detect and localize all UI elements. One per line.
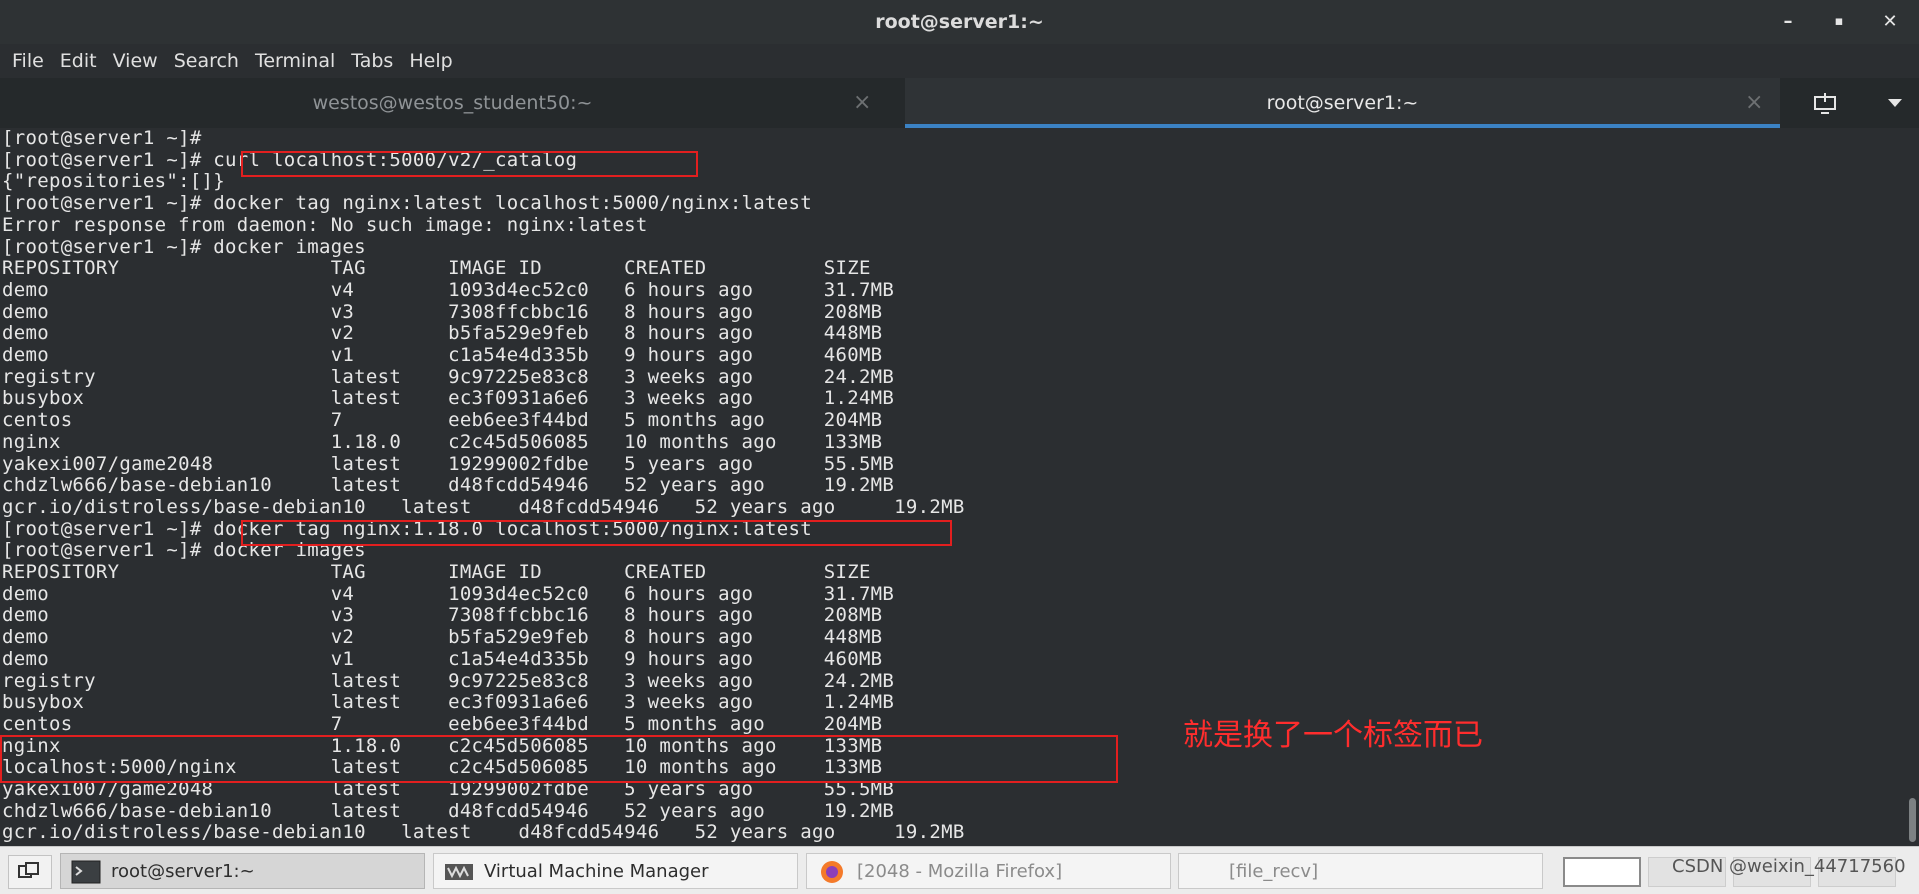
terminal-line: demo v2 b5fa529e9feb 8 hours ago 448MB	[2, 322, 883, 345]
tab-label: root@server1:~	[1266, 92, 1419, 114]
terminal-line: chdzlw666/base-debian10 latest d48fcdd54…	[2, 799, 895, 822]
close-icon[interactable]: ×	[1745, 78, 1763, 128]
highlight-box-nginx	[0, 735, 1118, 783]
terminal-line: centos 7 eeb6ee3f44bd 5 months ago 204MB	[2, 712, 883, 735]
terminal-line: chdzlw666/base-debian10 latest d48fcdd54…	[2, 474, 895, 497]
minimize-button[interactable]: –	[1771, 8, 1805, 36]
terminal-line: demo v3 7308ffcbbc16 8 hours ago 208MB	[2, 604, 883, 627]
terminal-line: demo v3 7308ffcbbc16 8 hours ago 208MB	[2, 300, 883, 323]
taskbar-item-terminal[interactable]: root@server1:~	[60, 853, 425, 889]
close-button[interactable]: ✕	[1873, 8, 1907, 36]
terminal-line: {"repositories":[]}	[2, 170, 226, 193]
scrollbar-thumb[interactable]	[1909, 798, 1916, 842]
taskbar-item-label: Virtual Machine Manager	[484, 861, 709, 882]
title-bar: root@server1:~ – ▪ ✕	[0, 0, 1919, 44]
virt-manager-icon	[445, 864, 473, 880]
workspace-1[interactable]	[1563, 857, 1641, 887]
terminal-line: nginx 1.18.0 c2c45d506085 10 months ago …	[2, 430, 883, 453]
maximize-button[interactable]: ▪	[1822, 8, 1856, 36]
highlight-box-tag	[241, 520, 952, 546]
terminal-line: busybox latest ec3f0931a6e6 3 weeks ago …	[2, 691, 895, 714]
annotation-text: 就是换了一个标签而已	[1183, 718, 1483, 753]
tab-bar: westos@westos_student50:~ × root@server1…	[0, 78, 1919, 128]
terminal-line: registry latest 9c97225e83c8 3 weeks ago…	[2, 669, 895, 692]
menu-bar: File Edit View Search Terminal Tabs Help	[0, 44, 1919, 78]
menu-tabs[interactable]: Tabs	[345, 50, 403, 72]
new-tab-icon[interactable]	[1780, 78, 1870, 128]
menu-view[interactable]: View	[107, 50, 168, 72]
watermark: CSDN @weixin_44717560	[1672, 856, 1906, 877]
terminal-line: Error response from daemon: No such imag…	[2, 213, 648, 236]
menu-help[interactable]: Help	[403, 50, 462, 72]
show-desktop-button[interactable]	[8, 855, 52, 889]
terminal-line: demo v2 b5fa529e9feb 8 hours ago 448MB	[2, 626, 883, 649]
taskbar-item-vmm[interactable]: Virtual Machine Manager	[433, 853, 798, 889]
terminal-line: REPOSITORY TAG IMAGE ID CREATED SIZE	[2, 257, 871, 280]
taskbar: root@server1:~ Virtual Machine Manager […	[0, 846, 1919, 894]
menu-search[interactable]: Search	[168, 50, 249, 72]
close-icon[interactable]: ×	[853, 78, 871, 128]
taskbar-item-file-recv[interactable]: [file_recv]	[1178, 853, 1543, 889]
firefox-icon	[821, 861, 843, 883]
terminal-line: gcr.io/distroless/base-debian10 latest d…	[2, 495, 965, 518]
terminal-line: gcr.io/distroless/base-debian10 latest d…	[2, 821, 965, 844]
show-desktop-icon	[18, 862, 39, 878]
terminal-line: yakexi007/game2048 latest 19299002fdbe 5…	[2, 452, 895, 475]
window-title: root@server1:~	[875, 11, 1044, 33]
terminal-line: [root@server1 ~]#	[2, 128, 202, 149]
terminal-line: busybox latest ec3f0931a6e6 3 weeks ago …	[2, 387, 895, 410]
terminal-line: demo v1 c1a54e4d335b 9 hours ago 460MB	[2, 344, 883, 366]
terminal-line: [root@server1 ~]# docker images	[2, 235, 366, 258]
taskbar-item-label: root@server1:~	[111, 861, 255, 882]
taskbar-item-label: [file_recv]	[1229, 861, 1319, 882]
taskbar-item-firefox[interactable]: [2048 - Mozilla Firefox]	[806, 853, 1171, 889]
terminal-line: demo v4 1093d4ec52c0 6 hours ago 31.7MB	[2, 278, 895, 301]
taskbar-item-label: [2048 - Mozilla Firefox]	[857, 861, 1063, 882]
terminal-line: demo v4 1093d4ec52c0 6 hours ago 31.7MB	[2, 582, 895, 605]
terminal-line: registry latest 9c97225e83c8 3 weeks ago…	[2, 365, 895, 388]
terminal-line: [root@server1 ~]# docker tag nginx:lates…	[2, 192, 812, 215]
terminal-line: demo v1 c1a54e4d335b 9 hours ago 460MB	[2, 647, 883, 670]
terminal-line: REPOSITORY TAG IMAGE ID CREATED SIZE	[2, 561, 871, 583]
chevron-down-icon[interactable]	[1870, 78, 1919, 128]
highlight-box-curl	[241, 151, 698, 177]
menu-file[interactable]: File	[6, 50, 54, 72]
menu-edit[interactable]: Edit	[54, 50, 107, 72]
terminal-scrollbar[interactable]	[1906, 128, 1919, 846]
terminal-line: centos 7 eeb6ee3f44bd 5 months ago 204MB	[2, 409, 883, 432]
menu-terminal[interactable]: Terminal	[249, 50, 345, 72]
tab-westos[interactable]: westos@westos_student50:~ ×	[0, 78, 905, 128]
tab-server1[interactable]: root@server1:~ ×	[905, 78, 1780, 128]
terminal-icon	[71, 860, 101, 884]
tab-label: westos@westos_student50:~	[312, 92, 593, 114]
